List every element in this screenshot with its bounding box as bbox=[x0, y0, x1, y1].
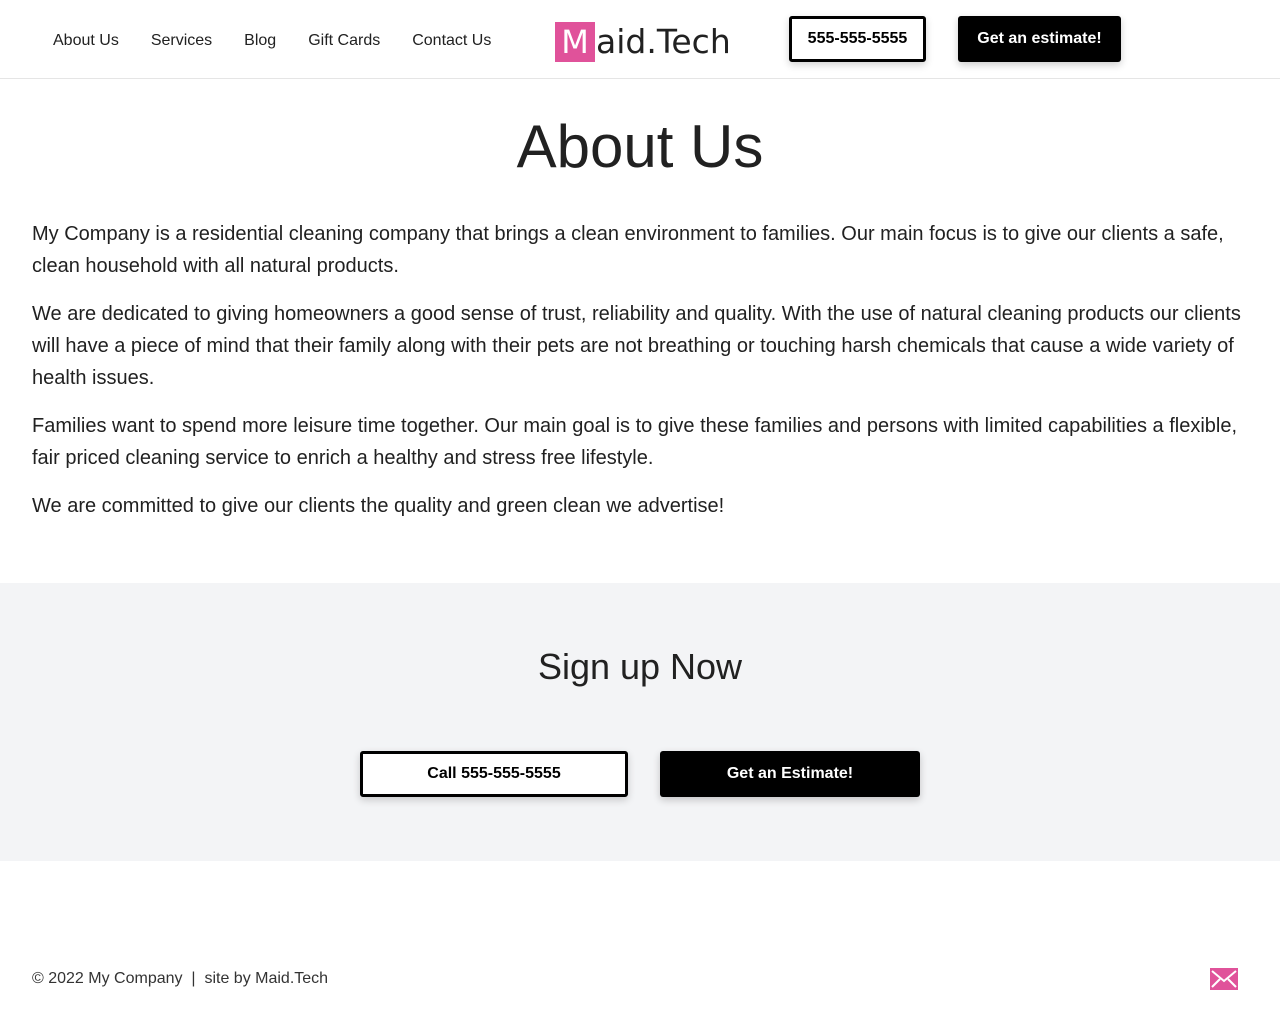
signup-section: Sign up Now Call 555-555-5555 Get an Est… bbox=[0, 583, 1280, 861]
header-phone-button[interactable]: 555-555-5555 bbox=[789, 16, 926, 62]
main-nav: About Us Services Blog Gift Cards Contac… bbox=[53, 30, 491, 52]
about-paragraph: My Company is a residential cleaning com… bbox=[32, 223, 1224, 277]
header-estimate-button[interactable]: Get an estimate! bbox=[958, 16, 1121, 62]
about-paragraph: Families want to spend more leisure time… bbox=[32, 415, 1238, 469]
signup-title: Sign up Now bbox=[537, 646, 743, 687]
nav-link-contact-us[interactable]: Contact Us bbox=[412, 30, 491, 52]
main-content: About Us My Company is a residential cle… bbox=[0, 79, 1280, 522]
nav-link-blog[interactable]: Blog bbox=[244, 30, 276, 52]
logo-mark: M bbox=[555, 22, 595, 62]
nav-link-services[interactable]: Services bbox=[151, 30, 212, 52]
page-title: About Us bbox=[516, 113, 764, 180]
site-logo[interactable]: M aid.Tech bbox=[555, 22, 731, 62]
about-paragraph: We are dedicated to giving homeowners a … bbox=[32, 303, 1241, 389]
about-text: My Company is a residential cleaning com… bbox=[32, 218, 1248, 522]
about-paragraph: We are committed to give our clients the… bbox=[32, 495, 725, 517]
nav-link-about-us[interactable]: About Us bbox=[53, 30, 119, 52]
nav-link-gift-cards[interactable]: Gift Cards bbox=[308, 30, 380, 52]
get-estimate-button[interactable]: Get an Estimate! bbox=[660, 751, 920, 797]
site-header: About Us Services Blog Gift Cards Contac… bbox=[0, 0, 1280, 79]
site-footer: © 2022 My Company | site by Maid.Tech bbox=[0, 961, 1280, 997]
logo-text: aid.Tech bbox=[596, 22, 731, 61]
envelope-icon[interactable] bbox=[1210, 968, 1238, 990]
call-button[interactable]: Call 555-555-5555 bbox=[360, 751, 628, 797]
copyright-text: © 2022 My Company | site by Maid.Tech bbox=[32, 970, 329, 987]
